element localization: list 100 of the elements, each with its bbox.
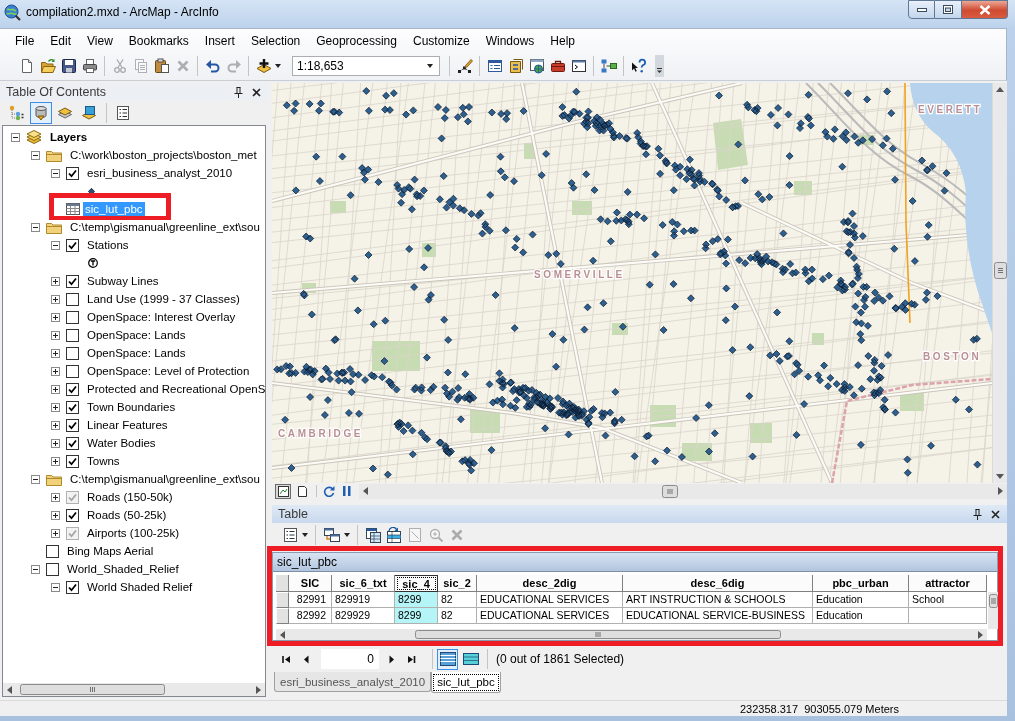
layer-checkbox[interactable] [46,562,59,576]
pin-icon[interactable] [234,86,243,98]
layer-name[interactable]: Town Boundaries [85,400,178,414]
scroll-arrow-icon[interactable] [996,87,1004,92]
layer-checkbox[interactable] [66,364,79,378]
next-record-icon[interactable] [389,654,395,664]
layer-name[interactable]: Protected and Recreational OpenS [85,382,268,396]
layer-name[interactable]: Bing Maps Aerial [65,544,156,558]
layer-name[interactable]: World_Shaded_Relief [65,562,181,576]
minus-box-icon[interactable] [11,132,20,142]
scroll-arrow-icon[interactable] [280,630,285,639]
layer-checkbox[interactable] [46,544,59,558]
plus-box-icon[interactable] [51,276,60,286]
table-tab[interactable]: esri_business_analyst_2010 [274,672,432,692]
scale-combo[interactable]: 1:18,653 [292,56,440,76]
layer-checkbox[interactable] [66,382,79,396]
column-header[interactable]: sic_6_txt [332,575,395,592]
pointer-question-icon[interactable] [630,58,647,74]
layer-checkbox[interactable] [66,166,79,180]
layer-name[interactable]: Subway Lines [85,274,161,288]
layer-name[interactable]: Stations [85,238,131,252]
plus-box-icon[interactable] [51,294,60,304]
layer-name[interactable]: Land Use (1999 - 37 Classes) [85,292,242,306]
plus-box-icon[interactable] [51,510,60,520]
last-record-icon[interactable] [407,654,416,664]
scrollbar-thumb[interactable] [415,630,781,639]
column-header[interactable]: sic_4 [395,575,438,592]
column-header[interactable]: desc_6dig [623,575,813,592]
scrollbar-thumb[interactable] [20,684,165,695]
layer-checkbox[interactable] [66,580,79,594]
layer-name[interactable]: World Shaded Relief [85,580,195,594]
layer-name[interactable]: OpenSpace: Lands [85,328,188,342]
scroll-arrow-icon[interactable] [7,685,12,694]
menu-item[interactable]: Help [542,31,584,50]
list-window-icon[interactable] [486,58,503,74]
layer-name[interactable]: OpenSpace: Lands [85,346,188,360]
column-header[interactable]: pbc_urban [813,575,909,592]
restore-button[interactable] [935,0,962,19]
switch-selection-icon[interactable] [385,527,402,543]
table-tab[interactable]: sic_lut_pbc [431,672,501,693]
pencil-vertices-icon[interactable] [456,58,473,74]
column-header[interactable]: attractor [909,575,987,592]
list-by-source-button[interactable] [30,102,52,124]
row-selector-cell[interactable] [276,608,289,624]
caret-icon[interactable] [302,533,308,537]
show-all-records-button[interactable] [437,648,458,670]
record-number-field[interactable]: 0 [321,649,379,669]
toolbox-icon[interactable] [549,58,566,74]
minus-box-icon[interactable] [31,222,40,232]
layer-checkbox[interactable] [66,418,79,432]
menu-item[interactable]: Geoprocessing [308,31,405,50]
layer-checkbox[interactable] [66,328,79,342]
menu-item[interactable]: Windows [477,31,543,50]
refresh-icon[interactable] [323,485,335,497]
pause-icon[interactable] [343,486,351,496]
plus-box-icon[interactable] [51,420,60,430]
folder-arrow-icon[interactable] [39,58,56,74]
related-tables-icon[interactable] [322,527,341,543]
printer-icon[interactable] [81,58,98,74]
layer-checkbox[interactable] [66,400,79,414]
toolbar-options-icon[interactable] [655,55,664,77]
layer-checkbox[interactable] [66,454,79,468]
folder-path[interactable]: C:\work\boston_projects\boston_met [68,148,259,162]
plus-box-icon[interactable] [51,456,60,466]
folder-path[interactable]: C:\temp\gismanual\greenline_ext\sou [68,220,262,234]
minus-box-icon[interactable] [31,150,40,160]
scrollbar-thumb[interactable] [993,262,1007,279]
data-frame-name[interactable]: Layers [48,130,90,144]
layer-checkbox[interactable] [66,292,79,306]
menu-item[interactable]: Edit [42,31,80,50]
scroll-arrow-icon[interactable] [256,685,261,694]
scrollbar-thumb[interactable] [988,594,998,608]
column-header[interactable]: desc_2dig [477,575,623,592]
pin-icon[interactable] [973,508,982,520]
vertical-scrollbar[interactable] [992,83,1007,483]
horizontal-scrollbar[interactable] [359,483,1007,499]
menu-item[interactable]: Selection [242,31,309,50]
minus-box-icon[interactable] [51,168,60,178]
minus-box-icon[interactable] [51,240,60,250]
vertical-scrollbar[interactable] [988,592,998,629]
table-options-icon[interactable] [282,527,299,543]
column-header[interactable]: SIC [289,575,332,592]
console-window-icon[interactable] [570,58,587,74]
layer-checkbox[interactable] [66,436,79,450]
minus-box-icon[interactable] [31,564,40,574]
close-button[interactable] [962,0,1008,19]
horizontal-scrollbar[interactable] [3,683,265,696]
plus-box-icon[interactable] [51,438,60,448]
horizontal-scrollbar[interactable] [276,629,987,640]
plus-box-icon[interactable] [51,384,60,394]
plus-box-icon[interactable] [51,312,60,322]
menu-item[interactable]: Insert [196,31,243,50]
column-header[interactable]: sic_2 [438,575,477,592]
layer-checkbox[interactable] [66,238,79,252]
globe-window-icon[interactable] [528,58,545,74]
menu-item[interactable]: View [79,31,121,50]
layer-checkbox[interactable] [66,274,79,288]
layer-name[interactable]: Water Bodies [85,436,158,450]
folder-path[interactable]: C:\temp\gismanual\greenline_ext\sou [68,472,262,486]
menu-item[interactable]: Bookmarks [120,31,197,50]
